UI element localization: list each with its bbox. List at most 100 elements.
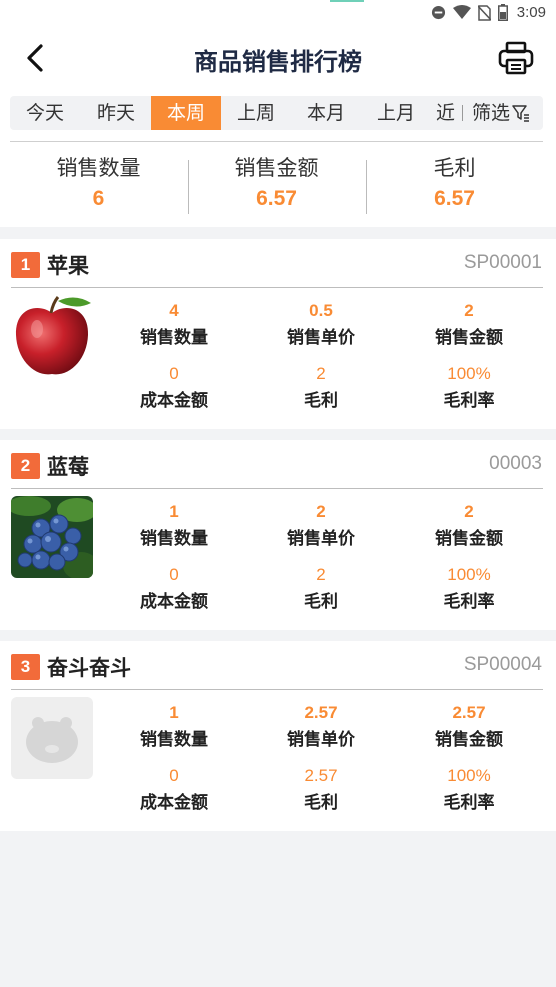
status-bar: 3:09 xyxy=(0,0,556,28)
apple-image xyxy=(11,295,93,377)
profit-label: 毛利 xyxy=(304,793,338,813)
margin-label: 毛利率 xyxy=(443,592,495,612)
qty-label: 销售数量 xyxy=(140,529,208,549)
stat-unit-price: 2 销售单价 xyxy=(251,502,391,549)
status-icons: 3:09 xyxy=(431,4,546,21)
product-code: 00003 xyxy=(489,453,542,474)
tab-yesterday[interactable]: 昨天 xyxy=(81,96,151,130)
stat-margin: 100% 毛利率 xyxy=(399,364,539,411)
stat-qty: 1 销售数量 xyxy=(104,703,244,750)
stat-margin: 100% 毛利率 xyxy=(399,766,539,813)
page-title: 商品销售排行榜 xyxy=(194,48,362,76)
profit-value: 2.57 xyxy=(304,766,338,785)
stat-margin: 100% 毛利率 xyxy=(399,565,539,612)
summary-profit-value: 6.57 xyxy=(434,187,475,210)
tabs-divider xyxy=(462,105,463,121)
cost-label: 成本金额 xyxy=(140,793,208,813)
stat-profit: 2.57 毛利 xyxy=(251,766,391,813)
sales-summary: 销售数量 6 销售金额 6.57 毛利 6.57 xyxy=(10,141,543,221)
product-card[interactable]: 3 奋斗奋斗 SP00004 1 销售数量 2.57 销售单价 2.57 销售金… xyxy=(0,641,556,831)
filter-label: 筛选 xyxy=(472,102,511,124)
rank-badge: 1 xyxy=(11,252,40,278)
summary-amount: 销售金额 6.57 xyxy=(188,152,365,211)
summary-amount-label: 销售金额 xyxy=(234,156,319,180)
tab-recent[interactable]: 近 xyxy=(418,96,462,130)
unit-price-label: 销售单价 xyxy=(287,328,355,348)
stat-qty: 4 销售数量 xyxy=(104,301,244,348)
cost-label: 成本金额 xyxy=(140,391,208,411)
status-time: 3:09 xyxy=(516,4,546,21)
no-sim-icon xyxy=(477,4,491,21)
filter-panel: 今天 昨天 本周 上周 本月 上月 近 筛选 销售数量 6 销售金额 6.57 … xyxy=(0,90,556,227)
tab-today[interactable]: 今天 xyxy=(10,96,80,130)
wifi-icon xyxy=(452,5,471,19)
stat-amount: 2 销售金额 xyxy=(399,502,539,549)
chevron-left-icon xyxy=(27,44,43,72)
product-code: SP00001 xyxy=(463,252,542,273)
profit-value: 2 xyxy=(316,364,326,383)
printer-icon xyxy=(498,41,534,75)
status-accent-line xyxy=(330,0,364,2)
profit-label: 毛利 xyxy=(304,391,338,411)
product-code: SP00004 xyxy=(463,654,542,675)
product-name: 奋斗奋斗 xyxy=(47,656,131,680)
rank-badge: 3 xyxy=(11,654,40,680)
card-divider xyxy=(11,488,543,489)
qty-value: 4 xyxy=(169,301,179,320)
amount-label: 销售金额 xyxy=(435,529,503,549)
card-divider xyxy=(11,287,543,288)
profit-label: 毛利 xyxy=(304,592,338,612)
profit-value: 2 xyxy=(316,565,326,584)
print-button[interactable] xyxy=(496,38,536,78)
amount-label: 销售金额 xyxy=(435,730,503,750)
tab-this-month[interactable]: 本月 xyxy=(291,96,361,130)
stat-amount: 2 销售金额 xyxy=(399,301,539,348)
placeholder-image xyxy=(11,697,93,779)
stat-profit: 2 毛利 xyxy=(251,364,391,411)
do-not-disturb-icon xyxy=(431,5,445,20)
summary-qty: 销售数量 6 xyxy=(10,152,187,211)
qty-value: 1 xyxy=(169,502,179,521)
unit-price-value: 0.5 xyxy=(309,301,333,320)
qty-label: 销售数量 xyxy=(140,730,208,750)
margin-label: 毛利率 xyxy=(443,391,495,411)
amount-value: 2 xyxy=(464,301,474,320)
amount-value: 2.57 xyxy=(452,703,486,722)
stat-cost: 0 成本金额 xyxy=(104,766,244,813)
tab-this-week[interactable]: 本周 xyxy=(151,96,221,130)
battery-icon xyxy=(497,4,508,21)
unit-price-value: 2.57 xyxy=(304,703,338,722)
filter-button[interactable]: 筛选 xyxy=(472,96,530,130)
blueberry-image xyxy=(11,496,93,578)
unit-price-value: 2 xyxy=(316,502,326,521)
stat-unit-price: 0.5 销售单价 xyxy=(251,301,391,348)
stat-cost: 0 成本金额 xyxy=(104,364,244,411)
product-name: 苹果 xyxy=(47,254,89,278)
summary-profit: 毛利 6.57 xyxy=(366,152,543,211)
unit-price-label: 销售单价 xyxy=(287,730,355,750)
stat-amount: 2.57 销售金额 xyxy=(399,703,539,750)
back-button[interactable] xyxy=(18,38,58,78)
filter-icon xyxy=(512,105,530,122)
margin-value: 100% xyxy=(447,364,491,383)
card-divider xyxy=(11,689,543,690)
app-header: 商品销售排行榜 xyxy=(0,28,556,90)
summary-profit-label: 毛利 xyxy=(433,156,476,180)
stat-profit: 2 毛利 xyxy=(251,565,391,612)
margin-value: 100% xyxy=(447,766,491,785)
cost-label: 成本金额 xyxy=(140,592,208,612)
margin-value: 100% xyxy=(447,565,491,584)
amount-label: 销售金额 xyxy=(435,328,503,348)
product-card[interactable]: 1 苹果 SP00001 4 销售数量 0.5 销售单价 2 销售金额 0 成本… xyxy=(0,239,556,429)
cost-value: 0 xyxy=(169,565,179,584)
cost-value: 0 xyxy=(169,364,179,383)
stat-qty: 1 销售数量 xyxy=(104,502,244,549)
cost-value: 0 xyxy=(169,766,179,785)
rank-badge: 2 xyxy=(11,453,40,479)
amount-value: 2 xyxy=(464,502,474,521)
tab-last-week[interactable]: 上周 xyxy=(221,96,291,130)
product-card[interactable]: 2 蓝莓 00003 1 销售数量 2 销售单价 2 销售金额 0 成本金额 2… xyxy=(0,440,556,630)
qty-value: 1 xyxy=(169,703,179,722)
period-tabs: 今天 昨天 本周 上周 本月 上月 近 筛选 xyxy=(10,96,543,130)
stat-unit-price: 2.57 销售单价 xyxy=(251,703,391,750)
